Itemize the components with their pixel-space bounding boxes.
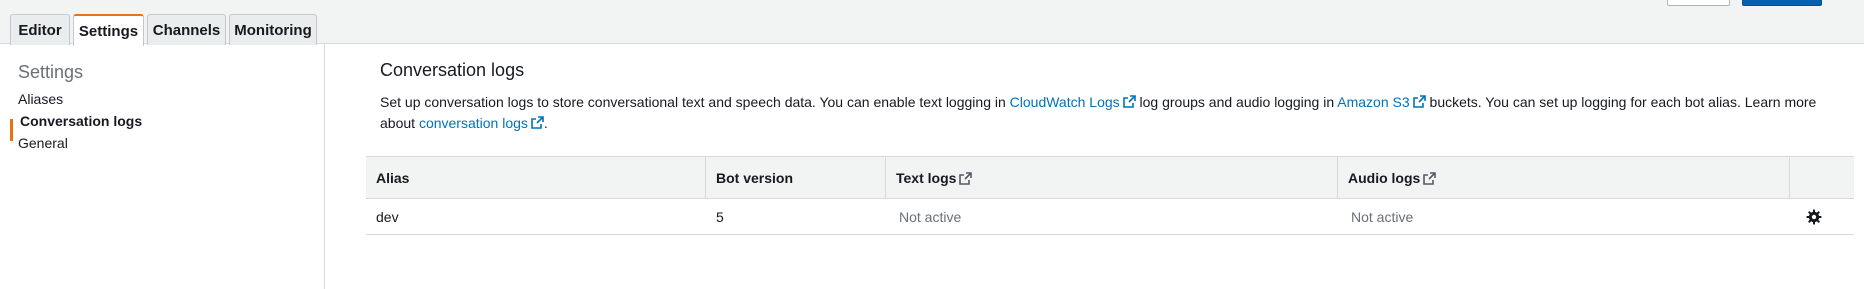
description-text: log groups and audio logging in (1139, 94, 1335, 110)
external-link-icon (1412, 95, 1426, 108)
tab-monitoring[interactable]: Monitoring (229, 14, 317, 45)
active-item-marker (10, 119, 13, 141)
column-header-text-logs: Text logs (886, 157, 1338, 199)
sidebar-item-general[interactable]: General (18, 135, 68, 151)
conversation-logs-link[interactable]: conversation logs (419, 115, 544, 131)
external-link-icon (959, 171, 973, 185)
secondary-action-button[interactable] (1667, 0, 1730, 6)
description-text: Set up conversation logs to store conver… (380, 94, 1006, 110)
tab-settings[interactable]: Settings (73, 14, 144, 46)
table-header: Alias Bot version Text logs Audio logs (366, 156, 1854, 199)
alias-cell: dev (376, 208, 399, 225)
external-link-icon (1122, 95, 1136, 108)
column-header-bot-version: Bot version (706, 157, 886, 199)
page-title: Conversation logs (380, 60, 525, 80)
sidebar-item-conversation-logs[interactable]: Conversation logs (20, 113, 142, 129)
external-link-icon (531, 116, 544, 129)
tab-editor[interactable]: Editor (10, 14, 70, 45)
gear-icon[interactable] (1806, 209, 1822, 225)
column-header-alias: Alias (366, 157, 706, 199)
page-description: Set up conversation logs to store conver… (380, 92, 1820, 134)
description-text: . (543, 115, 548, 131)
primary-action-button[interactable] (1742, 0, 1822, 6)
settings-sidebar: Settings Aliases Conversation logs Gener… (0, 44, 325, 289)
sidebar-title: Settings (18, 62, 84, 82)
column-header-audio-logs: Audio logs (1338, 157, 1790, 199)
external-link-icon (1423, 171, 1437, 185)
tab-bar: Editor Settings Channels Monitoring (0, 0, 1864, 46)
cloudwatch-logs-link[interactable]: CloudWatch Logs (1010, 94, 1136, 110)
sidebar-item-aliases[interactable]: Aliases (18, 91, 63, 107)
text-logs-status: Not active (899, 208, 962, 225)
audio-logs-status: Not active (1351, 208, 1414, 225)
conversation-logs-table: Alias Bot version Text logs Audio logs d… (366, 156, 1854, 235)
bot-version-cell: 5 (716, 208, 724, 225)
amazon-s3-link[interactable]: Amazon S3 (1337, 94, 1426, 110)
table-row: dev 5 Not active Not active (366, 199, 1854, 235)
tab-channels[interactable]: Channels (147, 14, 226, 45)
